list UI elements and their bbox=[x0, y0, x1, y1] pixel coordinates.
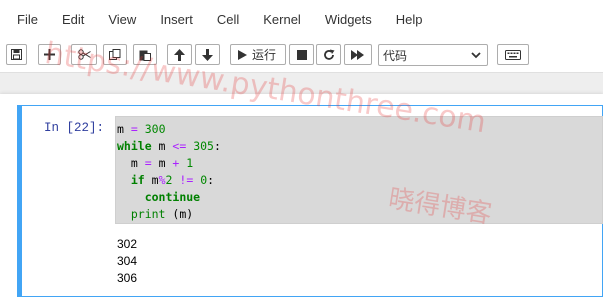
cell-type-select[interactable]: 代码 bbox=[378, 44, 488, 66]
scissors-icon bbox=[77, 49, 91, 60]
output-line: 304 bbox=[117, 254, 138, 268]
play-icon bbox=[238, 49, 247, 60]
command-palette-button[interactable] bbox=[497, 44, 529, 65]
arrow-up-icon bbox=[174, 48, 185, 61]
input-prompt: In [22]: bbox=[44, 121, 105, 135]
menu-edit[interactable]: Edit bbox=[50, 0, 96, 40]
restart-button[interactable] bbox=[316, 44, 341, 65]
code-line-4: if m%2 != 0: bbox=[130, 173, 215, 187]
paste-icon bbox=[139, 50, 151, 61]
code-line-1: m = 300 bbox=[117, 122, 166, 136]
move-up-button[interactable] bbox=[167, 44, 192, 65]
code-line-2: while m <= 305: bbox=[117, 139, 221, 153]
code-line-3: m = m + 1 bbox=[117, 156, 194, 170]
code-line-6: print (m) bbox=[130, 207, 194, 221]
move-down-button[interactable] bbox=[195, 44, 220, 65]
copy-button[interactable] bbox=[103, 44, 127, 65]
keyboard-icon bbox=[505, 49, 521, 60]
run-button[interactable]: 运行 bbox=[230, 44, 286, 65]
menu-kernel[interactable]: Kernel bbox=[251, 0, 313, 40]
code-line-5: continue bbox=[144, 190, 201, 204]
copy-icon bbox=[109, 48, 121, 60]
menu-insert[interactable]: Insert bbox=[148, 0, 205, 40]
menubar: File Edit View Insert Cell Kernel Widget… bbox=[0, 0, 603, 40]
cut-button[interactable] bbox=[71, 44, 97, 65]
output-line: 306 bbox=[117, 271, 138, 285]
refresh-icon bbox=[323, 49, 334, 60]
menu-cell[interactable]: Cell bbox=[205, 0, 251, 40]
menu-widgets[interactable]: Widgets bbox=[313, 0, 384, 40]
save-button[interactable] bbox=[6, 44, 27, 65]
paste-button[interactable] bbox=[133, 44, 157, 65]
fast-forward-icon bbox=[351, 49, 364, 60]
menu-file[interactable]: File bbox=[0, 0, 50, 40]
cell-type-value: 代码 bbox=[383, 48, 408, 63]
chevron-down-icon bbox=[471, 52, 481, 59]
plus-icon bbox=[44, 49, 55, 60]
code-text[interactable]: m = 300 while m <= 305: m = m + 1 if m%2… bbox=[117, 121, 221, 223]
arrow-down-icon bbox=[202, 48, 213, 61]
cell-output: 302 304 306 bbox=[117, 236, 137, 287]
stop-icon bbox=[296, 49, 307, 60]
output-line: 302 bbox=[117, 237, 138, 251]
save-icon bbox=[11, 49, 22, 60]
menu-help[interactable]: Help bbox=[384, 0, 435, 40]
insert-cell-button[interactable] bbox=[38, 44, 61, 65]
menu-view[interactable]: View bbox=[96, 0, 148, 40]
interrupt-button[interactable] bbox=[289, 44, 314, 65]
toolbar: 运行 代码 bbox=[0, 40, 603, 73]
run-all-button[interactable] bbox=[344, 44, 372, 65]
run-label: 运行 bbox=[252, 48, 277, 62]
